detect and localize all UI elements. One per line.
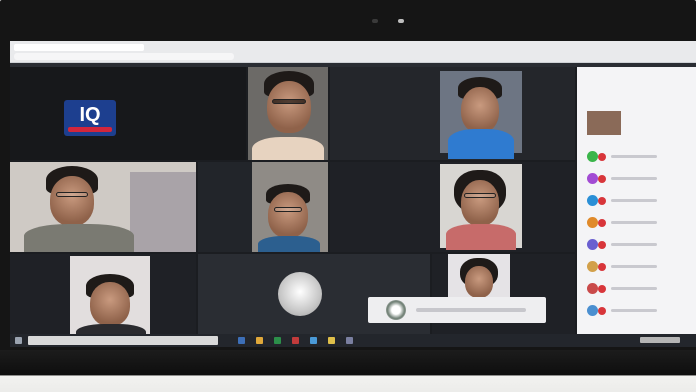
chrome-icon[interactable] — [328, 337, 335, 344]
participant-line — [611, 243, 657, 246]
person-face — [461, 180, 499, 226]
background-curtain — [130, 172, 196, 252]
person-hand — [252, 137, 324, 160]
person-face — [461, 87, 499, 133]
video-tile[interactable] — [198, 162, 328, 252]
avatar — [587, 195, 598, 206]
person-face — [268, 192, 308, 238]
taskbar-app-icon[interactable] — [310, 337, 317, 344]
participant-line — [611, 155, 657, 158]
notification-icon — [386, 300, 406, 320]
avatar — [587, 217, 598, 228]
participant-row[interactable] — [587, 217, 691, 229]
person-shirt — [258, 236, 320, 252]
webcam-dot — [372, 19, 378, 23]
video-tile[interactable] — [10, 162, 196, 252]
participant-line — [611, 199, 657, 202]
logo-text: IQ — [79, 104, 101, 126]
mic-muted-icon — [598, 285, 606, 293]
glasses — [56, 192, 88, 197]
self-view-thumbnail[interactable] — [587, 111, 621, 135]
webcam-led — [398, 19, 404, 23]
avatar — [587, 151, 598, 162]
avatar — [587, 261, 598, 272]
person-face — [465, 266, 493, 298]
person-face — [50, 176, 94, 226]
browser-tab[interactable] — [14, 44, 144, 51]
participant-row[interactable] — [587, 283, 691, 295]
mic-muted-icon — [598, 241, 606, 249]
iq-logo: IQ — [64, 100, 116, 136]
taskbar-app-icon[interactable] — [346, 337, 353, 344]
video-tile[interactable] — [330, 162, 575, 252]
participant-line — [611, 221, 657, 224]
avatar — [587, 173, 598, 184]
participant-line — [611, 177, 657, 180]
participant-row[interactable] — [587, 239, 691, 251]
folder-icon[interactable] — [256, 337, 263, 344]
person-shirt — [448, 129, 514, 159]
notification-text — [416, 308, 526, 312]
avatar — [278, 272, 322, 316]
mic-muted-icon — [598, 263, 606, 271]
person-face — [90, 282, 130, 326]
photo-of-laptop-screen: IQ — [0, 0, 696, 392]
logo-band — [68, 127, 112, 132]
taskbar-app-icon[interactable] — [274, 337, 281, 344]
video-tile[interactable] — [10, 254, 196, 343]
participant-row[interactable] — [587, 195, 691, 207]
mic-muted-icon — [598, 197, 606, 205]
os-taskbar — [10, 334, 696, 347]
participant-line — [611, 287, 657, 290]
video-tile[interactable] — [248, 67, 328, 160]
start-icon[interactable] — [15, 337, 22, 344]
video-grid: IQ — [10, 67, 577, 343]
person-shirt — [446, 224, 516, 250]
glasses — [274, 207, 302, 212]
participant-row[interactable] — [587, 151, 691, 163]
participant-row[interactable] — [587, 305, 691, 317]
avatar — [587, 283, 598, 294]
participant-row[interactable] — [587, 261, 691, 273]
participant-row[interactable] — [587, 173, 691, 185]
laptop-bottom-edge — [0, 350, 696, 392]
avatar — [587, 305, 598, 316]
video-tile[interactable] — [330, 67, 575, 160]
mic-muted-icon — [598, 219, 606, 227]
taskbar-app-icon[interactable] — [238, 337, 245, 344]
notification-toast[interactable] — [368, 297, 546, 323]
mic-muted-icon — [598, 153, 606, 161]
glasses — [464, 193, 496, 198]
screen: IQ — [10, 41, 696, 347]
address-bar[interactable] — [14, 53, 234, 60]
participants-panel — [577, 67, 696, 343]
person-face — [267, 81, 311, 133]
taskbar-app-icon[interactable] — [292, 337, 299, 344]
taskbar-search[interactable] — [28, 336, 218, 345]
mic-muted-icon — [598, 175, 606, 183]
avatar — [587, 239, 598, 250]
video-tile[interactable]: IQ — [10, 67, 246, 160]
sunglasses — [272, 99, 306, 104]
person-shirt — [24, 224, 134, 252]
participant-line — [611, 309, 657, 312]
participant-line — [611, 265, 657, 268]
mic-muted-icon — [598, 307, 606, 315]
system-tray[interactable] — [640, 337, 680, 343]
browser-chrome — [10, 41, 696, 63]
